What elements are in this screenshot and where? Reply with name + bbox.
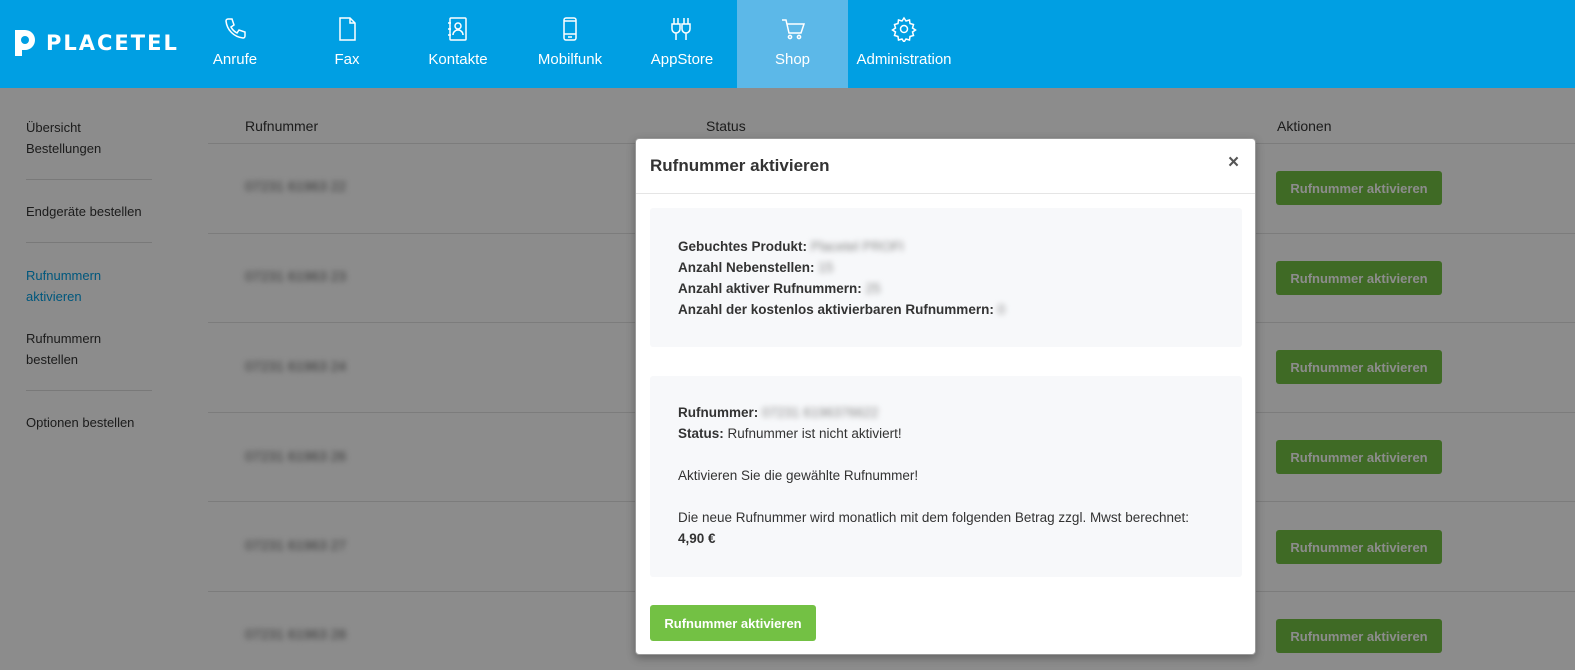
dialog-header-divider (636, 193, 1255, 194)
extensions-value: 15 (818, 260, 834, 275)
activate-submit-button[interactable]: Rufnummer aktivieren (650, 605, 816, 641)
nav-anrufe[interactable]: Anrufe (198, 0, 272, 88)
top-navigation: PLACETEL Anrufe Fax Kontakte Mobilfunk A… (0, 0, 1575, 88)
nav-label: Shop (774, 51, 811, 68)
nav-label: Fax (334, 51, 360, 68)
nav-label: Anrufe (212, 51, 258, 68)
activation-prompt: Aktivieren Sie die gewählte Rufnummer! (678, 468, 919, 483)
apps-icon (671, 18, 691, 40)
active-numbers-label: Anzahl aktiver Rufnummern: (678, 281, 862, 296)
nav-administration[interactable]: Administration (852, 0, 956, 88)
free-numbers-value: 0 (997, 302, 1006, 317)
contacts-icon (448, 17, 467, 41)
dialog-title: Rufnummer aktivieren (650, 156, 830, 175)
number-label: Rufnummer: (678, 405, 759, 420)
free-numbers-row: Anzahl der kostenlos aktivierbaren Rufnu… (678, 299, 1005, 320)
nav-label: Kontakte (428, 51, 488, 68)
nav-label: Mobilfunk (537, 51, 603, 68)
gear-icon (891, 16, 917, 42)
nav-label: AppStore (650, 51, 714, 68)
extensions-row: Anzahl Nebenstellen: 15 (678, 257, 833, 278)
nav-kontakte[interactable]: Kontakte (418, 0, 498, 88)
number-details-panel: Rufnummer: 07231 6196376622 Status: Rufn… (650, 376, 1242, 577)
price-value: 4,90 € (678, 531, 716, 546)
product-summary-panel: Gebuchtes Produkt: Placetel PROFI Anzahl… (650, 208, 1242, 347)
status-label: Status: (678, 426, 724, 441)
active-numbers-row: Anzahl aktiver Rufnummern: 25 (678, 278, 881, 299)
status-value: Rufnummer ist nicht aktiviert! (727, 426, 902, 441)
activate-number-dialog: Rufnummer aktivieren × Gebuchtes Produkt… (635, 138, 1256, 655)
product-row: Gebuchtes Produkt: Placetel PROFI (678, 236, 904, 257)
extensions-label: Anzahl Nebenstellen: (678, 260, 815, 275)
number-row: Rufnummer: 07231 6196376622 (678, 402, 878, 423)
product-label: Gebuchtes Produkt: (678, 239, 808, 254)
active-numbers-value: 25 (865, 281, 881, 296)
close-icon[interactable]: × (1228, 152, 1239, 174)
phone-icon (225, 18, 246, 39)
nav-mobilfunk[interactable]: Mobilfunk (530, 0, 610, 88)
nav-label: Administration (856, 51, 952, 68)
nav-appstore[interactable]: AppStore (642, 0, 722, 88)
price-note: Die neue Rufnummer wird monatlich mit de… (678, 510, 1189, 525)
product-value: Placetel PROFI (810, 239, 904, 254)
brand-name: PLACETEL (46, 31, 179, 55)
nav-shop[interactable]: Shop (737, 0, 848, 88)
mobile-icon (563, 17, 577, 41)
placetel-logo-icon (12, 28, 38, 58)
number-value: 07231 6196376622 (762, 405, 879, 420)
cart-icon (781, 19, 805, 40)
status-row: Status: Rufnummer ist nicht aktiviert! (678, 423, 902, 444)
nav-fax[interactable]: Fax (310, 0, 384, 88)
placetel-logo[interactable]: PLACETEL (12, 28, 179, 58)
free-numbers-label: Anzahl der kostenlos aktivierbaren Rufnu… (678, 302, 994, 317)
document-icon (339, 17, 356, 41)
